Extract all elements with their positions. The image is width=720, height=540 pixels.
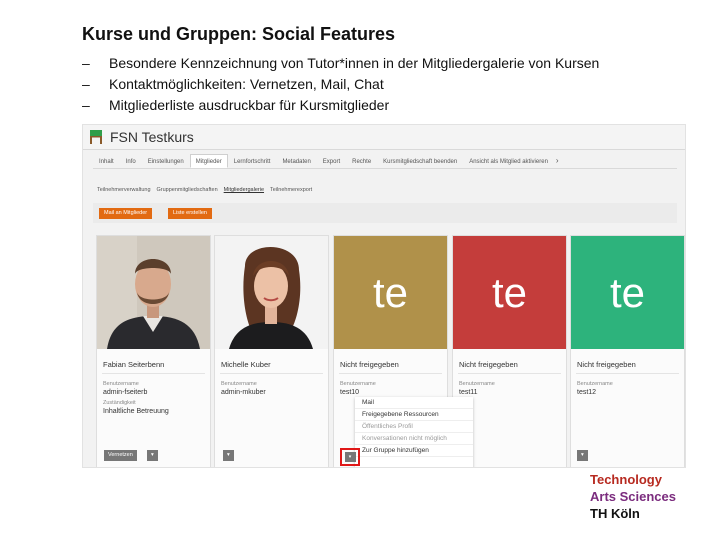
menu-item-shared-resources[interactable]: Freigegebene Ressourcen	[355, 409, 473, 421]
member-avatar-tile: te	[571, 236, 684, 349]
slide-title: Kurse und Gruppen: Social Features	[82, 24, 396, 44]
username-value: test11	[459, 389, 478, 396]
bullet-item: – Mitgliederliste ausdruckbar für Kursmit…	[82, 97, 599, 118]
bullet-text: Mitgliederliste ausdruckbar für Kursmitg…	[109, 97, 390, 113]
username-value: test10	[340, 389, 360, 396]
member-card: Michelle Kuber Benutzername admin-mkuber…	[214, 235, 329, 467]
member-photo-image	[215, 236, 328, 349]
subtab-teilnehmerexport[interactable]: Teilnehmerexport	[270, 187, 312, 193]
member-name: Fabian Seiterbenn	[103, 360, 165, 369]
divider	[339, 373, 442, 374]
subtab-teilnehmerverwaltung[interactable]: Teilnehmerverwaltung	[97, 187, 151, 193]
connect-button[interactable]: Vernetzen	[104, 450, 137, 461]
username-label: Benutzername	[340, 381, 376, 387]
bullet-list: – Besondere Kennzeichnung von Tutor*innen…	[82, 55, 599, 118]
tab-metadaten[interactable]: Metadaten	[276, 154, 316, 168]
bullet-item: – Besondere Kennzeichnung von Tutor*innen…	[82, 55, 599, 76]
bullet-marker: –	[82, 76, 90, 92]
embedded-screenshot: FSN Testkurs Inhalt Info Einstellungen M…	[82, 124, 686, 468]
tab-ansicht-als-mitglied[interactable]: Ansicht als Mitglied aktivieren	[463, 154, 554, 168]
divider	[576, 373, 679, 374]
username-label: Benutzername	[103, 381, 139, 387]
main-nav: Inhalt Info Einstellungen Mitglieder Ler…	[93, 154, 677, 168]
logo-line-technology: Technology	[590, 472, 662, 487]
highlighted-dropdown-button[interactable]: ▾	[340, 448, 360, 466]
member-name: Nicht freigegeben	[459, 360, 518, 369]
actions-dropdown-button[interactable]: ▾	[147, 450, 158, 461]
divider	[220, 373, 323, 374]
course-icon	[90, 130, 102, 144]
toolbar: Mail an Mitglieder Liste erstellen	[93, 203, 677, 223]
bullet-text: Besondere Kennzeichnung von Tutor*innen …	[109, 55, 600, 71]
bullet-marker: –	[82, 97, 90, 113]
tab-info[interactable]: Info	[120, 154, 142, 168]
menu-item-conversation-unavailable: Konversationen nicht möglich	[355, 433, 473, 445]
th-koeln-logo: Technology Arts Sciences TH Köln	[590, 471, 676, 522]
member-card: Fabian Seiterbenn Benutzername admin-fse…	[96, 235, 211, 467]
subtab-mitgliedergalerie[interactable]: Mitgliedergalerie	[224, 187, 264, 193]
subtabs: Teilnehmerverwaltung Gruppenmitgliedscha…	[97, 187, 318, 193]
dropdown-button-label: ▾	[344, 452, 356, 462]
username-label: Benutzername	[221, 381, 257, 387]
menu-item-add-to-group[interactable]: Zur Gruppe hinzufügen	[355, 445, 473, 457]
chevron-right-icon[interactable]: ›	[556, 154, 559, 168]
bullet-item: – Kontaktmöglichkeiten: Vernetzen, Mail, …	[82, 76, 599, 97]
username-label: Benutzername	[459, 381, 495, 387]
create-list-button[interactable]: Liste erstellen	[168, 208, 212, 219]
tab-lernfortschritt[interactable]: Lernfortschritt	[228, 154, 277, 168]
member-name: Nicht freigegeben	[340, 360, 399, 369]
member-photo-image	[97, 236, 210, 349]
menu-item-mail[interactable]: Mail	[355, 397, 473, 409]
member-avatar-tile: te	[334, 236, 447, 349]
course-title: FSN Testkurs	[110, 129, 194, 145]
tab-rechte[interactable]: Rechte	[346, 154, 377, 168]
member-photo	[215, 236, 328, 349]
bullet-marker: –	[82, 55, 90, 71]
subtab-gruppenmitgliedschaften[interactable]: Gruppenmitgliedschaften	[157, 187, 218, 193]
divider	[102, 373, 205, 374]
menu-item-public-profile: Öffentliches Profil	[355, 421, 473, 433]
member-name: Nicht freigegeben	[577, 360, 636, 369]
member-card: te Nicht freigegeben Benutzername test12…	[570, 235, 685, 467]
member-actions-menu: Mail Freigegebene Ressourcen Öffentliche…	[355, 397, 473, 467]
username-value: admin-fseiterb	[103, 389, 148, 396]
mail-members-button[interactable]: Mail an Mitglieder	[99, 208, 153, 219]
member-name: Michelle Kuber	[221, 360, 271, 369]
nav-divider	[93, 168, 677, 169]
role-value: Inhaltliche Betreuung	[103, 408, 169, 415]
app-header: FSN Testkurs	[83, 125, 685, 150]
username-value: admin-mkuber	[221, 389, 266, 396]
actions-dropdown-button[interactable]: ▾	[223, 450, 234, 461]
member-photo	[97, 236, 210, 349]
role-label: Zuständigkeit	[103, 400, 136, 406]
tab-export[interactable]: Export	[317, 154, 346, 168]
logo-line-th-koeln: TH Köln	[590, 506, 640, 521]
member-avatar-tile: te	[453, 236, 566, 349]
actions-dropdown-button[interactable]: ▾	[577, 450, 588, 461]
divider	[458, 373, 561, 374]
tab-kursmitgliedschaft-beenden[interactable]: Kursmitgliedschaft beenden	[377, 154, 463, 168]
logo-line-arts-sciences: Arts Sciences	[590, 489, 676, 504]
username-value: test12	[577, 389, 597, 396]
tab-mitglieder[interactable]: Mitglieder	[189, 154, 228, 168]
bullet-text: Kontaktmöglichkeiten: Vernetzen, Mail, C…	[109, 76, 384, 92]
tab-inhalt[interactable]: Inhalt	[93, 154, 120, 168]
username-label: Benutzername	[577, 381, 613, 387]
tab-einstellungen[interactable]: Einstellungen	[142, 154, 190, 168]
